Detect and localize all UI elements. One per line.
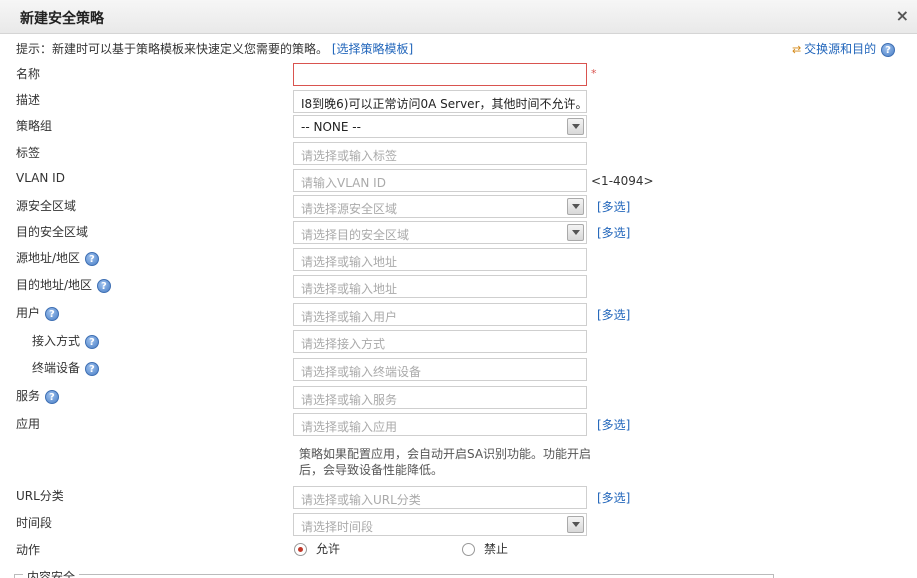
- time-select[interactable]: 请选择时间段: [293, 513, 587, 536]
- radio-selected-icon[interactable]: [294, 543, 307, 556]
- action-deny-label: 禁止: [484, 542, 509, 556]
- user-label: 用户 ?: [16, 304, 59, 321]
- terminal-label-text: 终端设备: [32, 361, 81, 375]
- description-input[interactable]: I8到晚6)可以正常访问0A Server，其他时间不允许。|: [293, 90, 587, 113]
- src-addr-label: 源地址/地区 ?: [16, 249, 99, 266]
- tag-label: 标签: [16, 146, 41, 160]
- policy-group-label: 策略组: [16, 119, 53, 133]
- tag-input[interactable]: 请选择或输入标签: [293, 142, 587, 165]
- src-zone-label: 源安全区域: [16, 199, 77, 213]
- content-security-legend: 内容安全: [23, 568, 80, 578]
- help-icon[interactable]: ?: [44, 389, 59, 404]
- chevron-down-icon[interactable]: [567, 516, 584, 533]
- user-multi-link[interactable]: [多选]: [597, 306, 630, 323]
- access-label-text: 接入方式: [32, 334, 81, 348]
- help-icon[interactable]: ?: [84, 251, 99, 266]
- url-label: URL分类: [16, 489, 64, 503]
- application-multi-link[interactable]: [多选]: [597, 416, 630, 433]
- terminal-input[interactable]: 请选择或输入终端设备: [293, 358, 587, 381]
- required-mark: *: [591, 67, 597, 80]
- dst-addr-label-text: 目的地址/地区: [16, 278, 93, 292]
- dst-addr-input[interactable]: 请选择或输入地址: [293, 275, 587, 298]
- swap-arrows-icon: ⇄: [791, 43, 802, 56]
- src-zone-select[interactable]: 请选择源安全区域: [293, 195, 587, 218]
- chevron-down-icon[interactable]: [567, 118, 584, 135]
- swap-label: 交换源和目的: [804, 42, 877, 56]
- user-input[interactable]: 请选择或输入用户: [293, 303, 587, 326]
- chevron-down-icon[interactable]: [567, 224, 584, 241]
- help-icon[interactable]: ?: [44, 306, 59, 321]
- service-label-text: 服务: [16, 389, 41, 403]
- access-label: 接入方式 ?: [32, 332, 99, 349]
- application-input[interactable]: 请选择或输入应用: [293, 413, 587, 436]
- time-label: 时间段: [16, 516, 53, 530]
- policy-group-value: -- NONE --: [301, 120, 361, 134]
- application-label: 应用: [16, 417, 41, 431]
- action-deny-radio[interactable]: 禁止: [462, 540, 508, 557]
- action-allow-radio[interactable]: 允许: [294, 540, 340, 557]
- src-zone-placeholder: 请选择源安全区域: [301, 202, 398, 216]
- dst-zone-label: 目的安全区域: [16, 225, 89, 239]
- dst-zone-select[interactable]: 请选择目的安全区域: [293, 221, 587, 244]
- application-note: 策略如果配置应用，会自动开启SA识别功能。功能开启后，会导致设备性能降低。: [299, 447, 592, 477]
- terminal-label: 终端设备 ?: [32, 359, 99, 376]
- policy-group-select[interactable]: -- NONE --: [293, 115, 587, 138]
- name-input[interactable]: [293, 63, 587, 86]
- service-label: 服务 ?: [16, 387, 59, 404]
- time-placeholder: 请选择时间段: [301, 520, 374, 534]
- user-label-text: 用户: [16, 306, 41, 320]
- radio-unselected-icon[interactable]: [462, 543, 475, 556]
- content-security-group: 内容安全: [14, 568, 774, 578]
- access-input[interactable]: 请选择接入方式: [293, 330, 587, 353]
- dst-zone-multi-link[interactable]: [多选]: [597, 224, 630, 241]
- src-zone-multi-link[interactable]: [多选]: [597, 198, 630, 215]
- url-multi-link[interactable]: [多选]: [597, 489, 630, 506]
- vlan-label: VLAN ID: [16, 171, 65, 185]
- description-label: 描述: [16, 93, 41, 107]
- dialog-title: 新建安全策略: [20, 11, 104, 27]
- chevron-down-icon[interactable]: [567, 198, 584, 215]
- action-label: 动作: [16, 543, 41, 557]
- hint-line: 提示：新建时可以基于策略模板来快速定义您需要的策略。 [选择策略模板]: [16, 40, 413, 57]
- help-icon[interactable]: ?: [84, 361, 99, 376]
- name-label: 名称: [16, 67, 41, 81]
- help-icon[interactable]: ?: [881, 42, 895, 57]
- select-template-link[interactable]: [选择策略模板]: [332, 42, 413, 56]
- dst-addr-label: 目的地址/地区 ?: [16, 276, 111, 293]
- service-input[interactable]: 请选择或输入服务: [293, 386, 587, 409]
- src-addr-label-text: 源地址/地区: [16, 251, 81, 265]
- vlan-range: <1-4094>: [591, 174, 654, 188]
- help-icon[interactable]: ?: [96, 278, 111, 293]
- close-icon[interactable]: ×: [896, 6, 909, 25]
- help-icon[interactable]: ?: [84, 334, 99, 349]
- dst-zone-placeholder: 请选择目的安全区域: [301, 228, 410, 242]
- swap-source-destination-button[interactable]: ⇄ 交换源和目的 ?: [792, 40, 895, 57]
- vlan-input[interactable]: 请输入VLAN ID: [293, 169, 587, 192]
- dialog-titlebar: 新建安全策略 ×: [0, 0, 917, 34]
- action-allow-label: 允许: [316, 542, 341, 556]
- src-addr-input[interactable]: 请选择或输入地址: [293, 248, 587, 271]
- url-input[interactable]: 请选择或输入URL分类: [293, 486, 587, 509]
- hint-text: 提示：新建时可以基于策略模板来快速定义您需要的策略。: [16, 42, 329, 56]
